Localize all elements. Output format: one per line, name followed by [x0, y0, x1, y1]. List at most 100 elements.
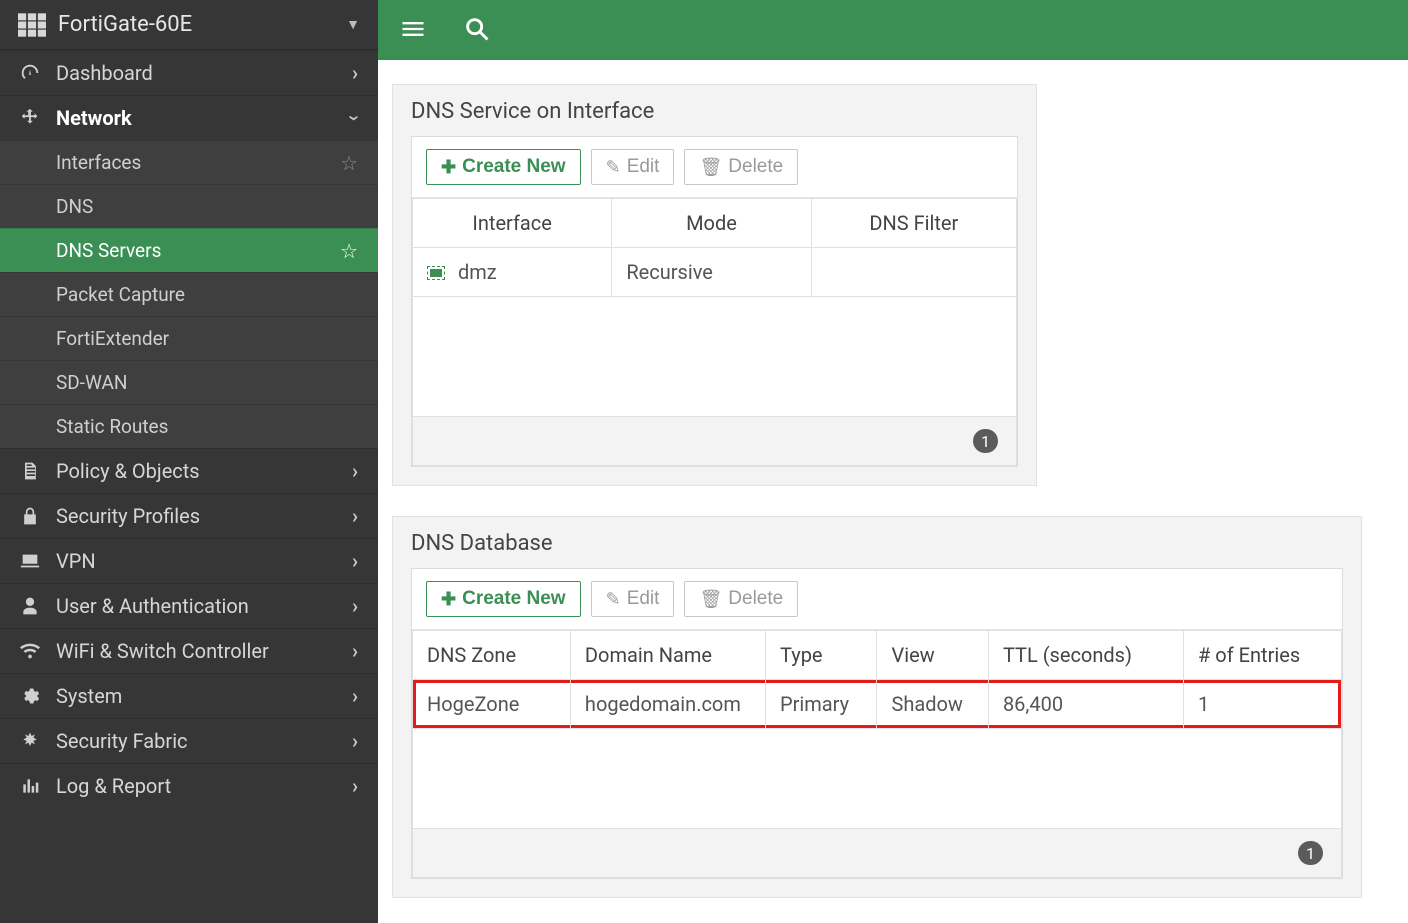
sidebar-item-vpn[interactable]: VPN ›	[0, 538, 378, 583]
cell-filter	[811, 248, 1016, 297]
col-mode[interactable]: Mode	[612, 199, 811, 248]
sidebar-item-label: Packet Capture	[56, 283, 185, 306]
pencil-icon: ✎	[606, 589, 621, 610]
sidebar-item-label: Dashboard	[56, 61, 153, 85]
chevron-right-icon: ›	[352, 459, 358, 483]
dns-database-panel: DNS Database ✚ Create New ✎ Edit 🗑 Delet…	[392, 516, 1362, 898]
sidebar-item-label: SD-WAN	[56, 371, 127, 394]
chevron-right-icon: ›	[352, 594, 358, 618]
sidebar-item-label: Network	[56, 106, 132, 130]
nav: Dashboard › Network › Interfaces DNS DNS…	[0, 50, 378, 923]
sidebar-item-fortiextender[interactable]: FortiExtender	[0, 316, 378, 360]
table-footer: 1	[413, 829, 1342, 878]
trash-icon: 🗑	[699, 589, 722, 610]
chevron-right-icon: ›	[352, 549, 358, 573]
cell-type: Primary	[766, 680, 877, 729]
panel-body: ✚ Create New ✎ Edit 🗑 Delete	[411, 568, 1343, 879]
sidebar-item-label: WiFi & Switch Controller	[56, 639, 269, 663]
panel-body: ✚ Create New ✎ Edit 🗑 Delete	[411, 136, 1018, 467]
toolbar: ✚ Create New ✎ Edit 🗑 Delete	[412, 137, 1017, 198]
sidebar-item-security[interactable]: Security Profiles ›	[0, 493, 378, 538]
chevron-right-icon: ›	[352, 504, 358, 528]
move-icon	[18, 107, 42, 129]
menu-toggle[interactable]	[398, 14, 428, 44]
sidebar-item-dns[interactable]: DNS	[0, 184, 378, 228]
button-label: Create New	[462, 156, 566, 178]
col-type[interactable]: Type	[766, 631, 877, 680]
cell-domain: hogedomain.com	[570, 680, 765, 729]
panel-title: DNS Database	[393, 517, 1361, 568]
search-button[interactable]	[462, 14, 492, 44]
col-interface[interactable]: Interface	[413, 199, 612, 248]
delete-button[interactable]: 🗑 Delete	[684, 149, 798, 185]
bar-chart-icon	[18, 776, 42, 796]
cell-interface: dmz	[413, 248, 612, 297]
button-label: Delete	[728, 156, 783, 178]
col-zone[interactable]: DNS Zone	[413, 631, 571, 680]
sidebar-item-label: Log & Report	[56, 774, 171, 798]
sidebar-item-label: System	[56, 684, 122, 708]
interface-name: dmz	[458, 260, 497, 284]
button-label: Create New	[462, 588, 566, 610]
content: DNS Service on Interface ✚ Create New ✎ …	[378, 60, 1408, 923]
col-view[interactable]: View	[877, 631, 988, 680]
fabric-icon	[18, 731, 42, 751]
sidebar-item-system[interactable]: System ›	[0, 673, 378, 718]
chevron-right-icon: ›	[352, 639, 358, 663]
sidebar-item-label: FortiExtender	[56, 327, 169, 350]
plus-icon: ✚	[441, 589, 456, 610]
edit-button[interactable]: ✎ Edit	[591, 581, 675, 617]
sidebar-item-label: VPN	[56, 549, 96, 573]
sidebar-item-log[interactable]: Log & Report ›	[0, 763, 378, 808]
sidebar: FortiGate-60E ▼ Dashboard › Network › In…	[0, 0, 378, 923]
sidebar-item-fabric[interactable]: Security Fabric ›	[0, 718, 378, 763]
chevron-down-icon: ›	[343, 115, 367, 121]
cell-mode: Recursive	[612, 248, 811, 297]
sidebar-item-label: Interfaces	[56, 151, 141, 174]
edit-button[interactable]: ✎ Edit	[591, 149, 675, 185]
row-count-badge: 1	[1298, 841, 1323, 865]
sidebar-item-label: DNS	[56, 195, 93, 218]
sidebar-item-network[interactable]: Network ›	[0, 95, 378, 140]
table-row[interactable]: HogeZone hogedomain.com Primary Shadow 8…	[413, 680, 1342, 729]
chevron-right-icon: ›	[352, 729, 358, 753]
col-filter[interactable]: DNS Filter	[811, 199, 1016, 248]
col-entries[interactable]: # of Entries	[1184, 631, 1342, 680]
col-domain[interactable]: Domain Name	[570, 631, 765, 680]
row-count-badge: 1	[973, 429, 998, 453]
create-new-button[interactable]: ✚ Create New	[426, 149, 581, 185]
chevron-right-icon: ›	[352, 774, 358, 798]
button-label: Edit	[627, 156, 660, 178]
database-table: DNS Zone Domain Name Type View TTL (seco…	[412, 630, 1342, 878]
sidebar-item-wifi[interactable]: WiFi & Switch Controller ›	[0, 628, 378, 673]
sidebar-item-interfaces[interactable]: Interfaces	[0, 140, 378, 184]
wifi-icon	[18, 640, 42, 662]
interface-port-icon	[427, 266, 445, 280]
create-new-button[interactable]: ✚ Create New	[426, 581, 581, 617]
table-row[interactable]: dmz Recursive	[413, 248, 1017, 297]
plus-icon: ✚	[441, 157, 456, 178]
laptop-icon	[18, 550, 42, 572]
sidebar-item-label: Security Profiles	[56, 504, 200, 528]
dns-service-panel: DNS Service on Interface ✚ Create New ✎ …	[392, 84, 1037, 486]
col-ttl[interactable]: TTL (seconds)	[988, 631, 1183, 680]
user-icon	[18, 596, 42, 616]
sidebar-item-sdwan[interactable]: SD-WAN	[0, 360, 378, 404]
sidebar-item-static-routes[interactable]: Static Routes	[0, 404, 378, 448]
gear-icon	[18, 686, 42, 706]
delete-button[interactable]: 🗑 Delete	[684, 581, 798, 617]
sidebar-item-dashboard[interactable]: Dashboard ›	[0, 50, 378, 95]
sidebar-item-policy[interactable]: Policy & Objects ›	[0, 448, 378, 493]
cell-ttl: 86,400	[988, 680, 1183, 729]
table-footer: 1	[413, 417, 1017, 466]
sidebar-item-dns-servers[interactable]: DNS Servers	[0, 228, 378, 272]
sidebar-item-user[interactable]: User & Authentication ›	[0, 583, 378, 628]
device-selector[interactable]: FortiGate-60E ▼	[0, 0, 378, 50]
chevron-right-icon: ›	[352, 61, 358, 85]
sidebar-item-packet-capture[interactable]: Packet Capture	[0, 272, 378, 316]
fortigate-logo-icon	[18, 13, 46, 37]
table-empty-space	[413, 297, 1017, 417]
pencil-icon: ✎	[606, 157, 621, 178]
table-header-row: Interface Mode DNS Filter	[413, 199, 1017, 248]
chevron-right-icon: ›	[352, 684, 358, 708]
